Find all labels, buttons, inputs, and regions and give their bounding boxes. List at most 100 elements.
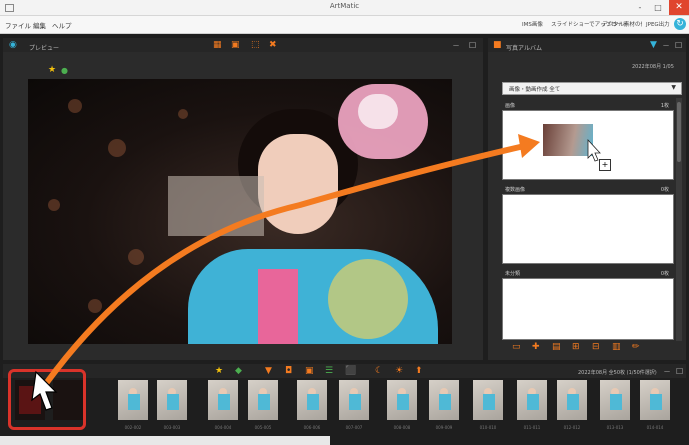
dropped-thumbnail — [543, 124, 593, 156]
thumbnail[interactable] — [248, 380, 278, 420]
thumbnail-caption: 011-011 — [523, 425, 541, 430]
thumbnail[interactable] — [118, 380, 148, 420]
menu-jpeg-export[interactable]: JPEG出力 — [646, 20, 670, 28]
album-box-name: 未分類 — [505, 271, 521, 277]
close-button[interactable]: ✕ — [669, 0, 689, 15]
album-drop-box[interactable] — [502, 278, 674, 340]
thumbnail-caption: 006-006 — [303, 425, 321, 430]
star-rating-icon[interactable]: ★ — [48, 66, 56, 75]
thumbnail[interactable] — [297, 380, 327, 420]
album-dropdown-value: 画像・動画作成 全て — [509, 87, 561, 93]
viewer-minimize-button[interactable]: — — [453, 42, 459, 49]
album-dropdown[interactable]: 画像・動画作成 全て ▼ — [502, 82, 682, 95]
block-icon[interactable]: ⬛ — [345, 367, 356, 376]
layout-compare-icon[interactable]: ⬚ — [251, 41, 260, 50]
face-shape — [258, 134, 338, 234]
thumbnail[interactable] — [208, 380, 238, 420]
title-bar: ArtMatic - □ ✕ — [0, 0, 689, 16]
edit-icon[interactable]: ✏ — [632, 343, 640, 352]
floral-pattern — [328, 259, 408, 339]
folder-icon: ■ — [493, 40, 502, 50]
drag-ghost-image — [168, 176, 264, 236]
window-title: ArtMatic — [329, 2, 360, 10]
thumbnail-caption: 014-014 — [646, 425, 664, 430]
moon-icon[interactable]: ☾ — [375, 367, 383, 376]
chevron-down-icon: ▼ — [671, 84, 676, 91]
filmstrip-status: 2022年08月 全50枚 (1/50件選択) — [578, 370, 657, 376]
album-date: 2022年08月 1/05 — [632, 64, 674, 70]
bokeh — [48, 199, 60, 211]
minimize-button[interactable]: - — [633, 0, 647, 15]
menu-ims-image[interactable]: IMS画像 — [522, 20, 543, 28]
thumbnail[interactable] — [557, 380, 587, 420]
maximize-button[interactable]: □ — [651, 0, 665, 15]
menu-digital-material[interactable]: デジタル素材の作成 — [602, 20, 642, 28]
menu-bar: ファイル 編集 ヘルプ IMS画像 スライドショーでアップロード デジタル素材の… — [0, 16, 689, 34]
merge-icon[interactable]: ⊟ — [592, 343, 600, 352]
star-filter-icon[interactable]: ★ — [215, 367, 223, 376]
thumbnail[interactable] — [387, 380, 417, 420]
album-box-header: 画像 1枚 — [502, 101, 672, 109]
menu-help[interactable]: ヘルプ — [52, 20, 72, 30]
scrollbar-thumb[interactable] — [677, 102, 681, 162]
menu-file[interactable]: ファイル — [5, 20, 31, 30]
album-box-header: 未分類 0枚 — [502, 269, 672, 277]
thumbnail-caption: 012-012 — [563, 425, 581, 430]
layout-grid-icon[interactable]: ▦ — [213, 41, 222, 50]
thumbnail[interactable] — [473, 380, 503, 420]
collar-shape — [258, 269, 298, 344]
album-icon[interactable]: ▥ — [612, 343, 621, 352]
sun-icon[interactable]: ☀ — [395, 367, 403, 376]
filmstrip-toolbar: ★ ◆ ▼ ◘ ▣ ☰ ⬛ ☾ ☀ ⬆ 2022年08月 全50枚 (1/50件… — [3, 364, 686, 378]
flag-icon[interactable]: ● — [61, 66, 68, 75]
album-toolbar: ▭ ✚ ▤ ⊞ ⊟ ▥ ✏ — [512, 343, 672, 355]
add-cursor-icon: + — [599, 159, 611, 171]
hair-flower-white — [358, 94, 398, 129]
bokeh — [88, 299, 102, 313]
thumbnail[interactable] — [517, 380, 547, 420]
filter-icon[interactable]: ▼ — [265, 367, 272, 376]
album-box-name: 複数画像 — [505, 187, 526, 193]
eye-icon: ◉ — [9, 40, 17, 50]
filter-icon[interactable]: ▼ — [650, 41, 657, 50]
bokeh — [108, 139, 126, 157]
frame-icon[interactable]: ▭ — [512, 343, 521, 352]
card-icon[interactable]: ◘ — [285, 367, 292, 376]
refresh-icon[interactable]: ↻ — [674, 18, 686, 30]
album-box-header: 複数画像 0枚 — [502, 185, 672, 193]
viewer-maximize-button[interactable]: ☐ — [469, 41, 476, 50]
thumbnail-caption: 005-005 — [254, 425, 272, 430]
album-maximize-button[interactable]: ☐ — [675, 41, 682, 50]
upload-icon[interactable]: ⬆ — [415, 367, 423, 376]
album-drop-box[interactable]: + — [502, 110, 674, 180]
album-drop-box[interactable] — [502, 194, 674, 264]
thumbnail[interactable] — [157, 380, 187, 420]
thumbnail-caption: 003-003 — [163, 425, 181, 430]
menu-edit[interactable]: 編集 — [33, 20, 46, 30]
frame-icon[interactable]: ▣ — [305, 367, 314, 376]
thumbnail[interactable] — [600, 380, 630, 420]
bokeh — [178, 109, 188, 119]
thumbnail-caption: 008-008 — [393, 425, 411, 430]
list-icon[interactable]: ▤ — [552, 343, 561, 352]
grid-icon[interactable]: ⊞ — [572, 343, 580, 352]
add-icon[interactable]: ✚ — [532, 343, 540, 352]
filmstrip: 002-002 003-003 004-004 005-005 006-006 … — [0, 380, 689, 432]
thumbnail[interactable] — [339, 380, 369, 420]
status-bar — [0, 436, 330, 445]
thumbnail[interactable] — [640, 380, 670, 420]
thumbnail[interactable] — [429, 380, 459, 420]
album-scrollbar[interactable] — [676, 98, 682, 341]
album-panel-label: 写真アルバム — [506, 45, 542, 52]
filmstrip-maximize-button[interactable]: ☐ — [676, 367, 683, 376]
close-view-icon[interactable]: ✖ — [269, 41, 277, 50]
album-minimize-button[interactable]: — — [663, 42, 669, 49]
list-icon[interactable]: ☰ — [325, 367, 333, 376]
thumbnail-caption: 010-010 — [479, 425, 497, 430]
album-box-name: 画像 — [505, 103, 516, 109]
thumbnail-caption: 009-009 — [435, 425, 453, 430]
tag-icon[interactable]: ◆ — [235, 367, 242, 376]
photo-viewer[interactable] — [28, 79, 452, 344]
layout-single-icon[interactable]: ▣ — [231, 41, 240, 50]
filmstrip-minimize-button[interactable]: — — [664, 368, 670, 375]
